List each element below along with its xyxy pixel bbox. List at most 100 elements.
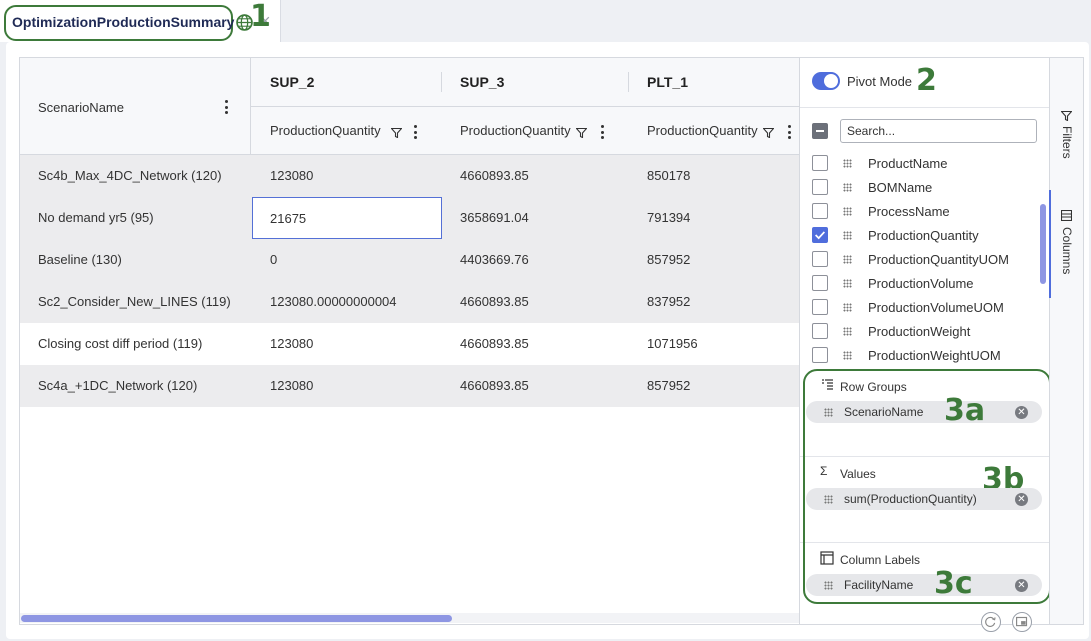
tab-columns[interactable]: Columns xyxy=(1049,190,1083,298)
tab-filters[interactable]: Filters xyxy=(1050,102,1083,172)
cell-scenario[interactable]: Sc4a_+1DC_Network (120) xyxy=(38,365,197,407)
column-item-process-name[interactable]: ProcessName xyxy=(800,200,1040,224)
column-checkbox[interactable] xyxy=(812,323,828,339)
main-frame: ScenarioName SUP_2 SUP_3 PLT_1 Productio… xyxy=(6,42,1089,639)
column-menu-icon[interactable] xyxy=(411,125,419,139)
column-list: ProductName BOMName ProcessName Producti… xyxy=(800,154,1050,366)
column-item-production-weight[interactable]: ProductionWeight xyxy=(800,320,1040,344)
pip-glyph xyxy=(1016,616,1028,627)
column-item-product-name[interactable]: ProductName xyxy=(800,154,1040,176)
column-group-sup3[interactable]: SUP_3 xyxy=(441,58,628,107)
column-item-label: BOMName xyxy=(868,180,933,195)
select-all-checkbox[interactable] xyxy=(812,123,828,139)
column-checkbox[interactable] xyxy=(812,347,828,363)
cell-scenario[interactable]: Sc2_Consider_New_LINES (119) xyxy=(38,281,231,323)
header-label: ProductionQuantity xyxy=(460,123,571,138)
column-search-input[interactable] xyxy=(840,119,1037,143)
horizontal-scrollbar[interactable] xyxy=(20,613,799,623)
filter-icon[interactable] xyxy=(763,128,774,138)
drag-handle-icon[interactable] xyxy=(843,183,852,192)
header-scenario-name[interactable]: ScenarioName xyxy=(20,58,251,155)
cell-value[interactable]: 791394 xyxy=(647,197,690,239)
filter-icon[interactable] xyxy=(391,128,402,138)
pivot-grid: ScenarioName SUP_2 SUP_3 PLT_1 Productio… xyxy=(19,57,1084,625)
cell-value[interactable]: 3658691.04 xyxy=(460,197,529,239)
cell-value[interactable]: 4660893.85 xyxy=(460,155,529,197)
column-item-production-weight-uom[interactable]: ProductionWeightUOM xyxy=(800,344,1040,366)
column-group-plt1[interactable]: PLT_1 xyxy=(628,58,799,107)
column-item-production-volume-uom[interactable]: ProductionVolumeUOM xyxy=(800,296,1040,320)
column-menu-icon[interactable] xyxy=(598,125,606,139)
table-row[interactable]: Baseline (130) 0 4403669.76 857952 xyxy=(20,239,799,281)
column-item-label: ProductionVolume xyxy=(868,276,974,291)
cell-value[interactable]: 4660893.85 xyxy=(460,281,529,323)
cell-value[interactable]: 850178 xyxy=(647,155,690,197)
drag-handle-icon[interactable] xyxy=(843,207,852,216)
cell-value[interactable]: 123080.00000000004 xyxy=(270,281,397,323)
cell-scenario[interactable]: Sc4b_Max_4DC_Network (120) xyxy=(38,155,222,197)
cell-value[interactable]: 4660893.85 xyxy=(460,323,529,365)
drag-handle-icon[interactable] xyxy=(843,327,852,336)
cell-value[interactable]: 4403669.76 xyxy=(460,239,529,281)
column-search-row xyxy=(800,108,1050,154)
cell-value[interactable]: 4660893.85 xyxy=(460,365,529,407)
cell-value[interactable]: 123080 xyxy=(270,365,313,407)
tab-title[interactable]: OptimizationProductionSummary xyxy=(4,5,234,41)
filter-icon xyxy=(1061,111,1072,121)
column-checkbox[interactable] xyxy=(812,179,828,195)
table-row[interactable]: Closing cost diff period (119) 123080 46… xyxy=(20,323,799,365)
cell-value[interactable]: 857952 xyxy=(647,365,690,407)
column-checkbox[interactable] xyxy=(812,251,828,267)
cell-scenario[interactable]: Baseline (130) xyxy=(38,239,122,281)
pivot-mode-toggle[interactable] xyxy=(812,72,840,90)
cell-value-selected[interactable]: 21675 xyxy=(252,197,442,239)
column-group-sup2[interactable]: SUP_2 xyxy=(251,58,441,107)
cell-value[interactable]: 1071956 xyxy=(647,323,698,365)
column-item-label: ProductionQuantityUOM xyxy=(868,252,1009,267)
picture-in-picture-icon[interactable] xyxy=(1012,612,1032,632)
column-menu-icon[interactable] xyxy=(222,100,230,114)
tab-filters-label: Filters xyxy=(1060,126,1074,159)
column-checkbox[interactable] xyxy=(812,203,828,219)
table-row[interactable]: No demand yr5 (95) 21675 3658691.04 7913… xyxy=(20,197,799,239)
table-row[interactable]: Sc2_Consider_New_LINES (119) 123080.0000… xyxy=(20,281,799,323)
column-checkbox[interactable] xyxy=(812,155,828,171)
cell-value[interactable]: 837952 xyxy=(647,281,690,323)
column-item-label: ProductionQuantity xyxy=(868,228,979,243)
table-row[interactable]: Sc4a_+1DC_Network (120) 123080 4660893.8… xyxy=(20,365,799,407)
column-item-bom-name[interactable]: BOMName xyxy=(800,176,1040,200)
columns-icon xyxy=(1061,210,1072,221)
header-label: ProductionQuantity xyxy=(647,123,758,138)
drag-handle-icon[interactable] xyxy=(843,303,852,312)
drag-handle-icon[interactable] xyxy=(843,255,852,264)
column-checkbox-checked[interactable] xyxy=(812,227,828,243)
cell-value[interactable]: 123080 xyxy=(270,155,313,197)
column-list-scrollbar-thumb[interactable] xyxy=(1040,204,1046,284)
column-item-label: ProductionWeightUOM xyxy=(868,348,1001,363)
tab-columns-label: Columns xyxy=(1060,227,1074,275)
column-item-label: ProductName xyxy=(868,156,948,171)
cell-value[interactable]: 0 xyxy=(270,239,277,281)
column-checkbox[interactable] xyxy=(812,275,828,291)
cell-scenario[interactable]: Closing cost diff period (119) xyxy=(38,323,202,365)
cell-scenario[interactable]: No demand yr5 (95) xyxy=(38,197,154,239)
horizontal-scrollbar-thumb[interactable] xyxy=(21,615,452,622)
filter-icon[interactable] xyxy=(576,128,587,138)
column-menu-icon[interactable] xyxy=(785,125,793,139)
drag-handle-icon[interactable] xyxy=(843,231,852,240)
side-tab-bar: Filters Columns xyxy=(1049,58,1083,624)
column-item-production-quantity[interactable]: ProductionQuantity xyxy=(800,224,1040,248)
column-item-production-volume[interactable]: ProductionVolume xyxy=(800,272,1040,296)
drag-handle-icon[interactable] xyxy=(843,279,852,288)
tab-optimization-production-summary[interactable]: OptimizationProductionSummary × xyxy=(0,0,281,42)
table-row[interactable]: Sc4b_Max_4DC_Network (120) 123080 466089… xyxy=(20,155,799,197)
drag-handle-icon[interactable] xyxy=(843,351,852,360)
column-checkbox[interactable] xyxy=(812,299,828,315)
cell-value[interactable]: 123080 xyxy=(270,323,313,365)
annotation-2: 2 xyxy=(916,63,937,98)
refresh-icon[interactable] xyxy=(981,612,1001,632)
column-item-production-quantity-uom[interactable]: ProductionQuantityUOM xyxy=(800,248,1040,272)
refresh-glyph xyxy=(985,616,996,627)
drag-handle-icon[interactable] xyxy=(843,159,852,168)
cell-value[interactable]: 857952 xyxy=(647,239,690,281)
